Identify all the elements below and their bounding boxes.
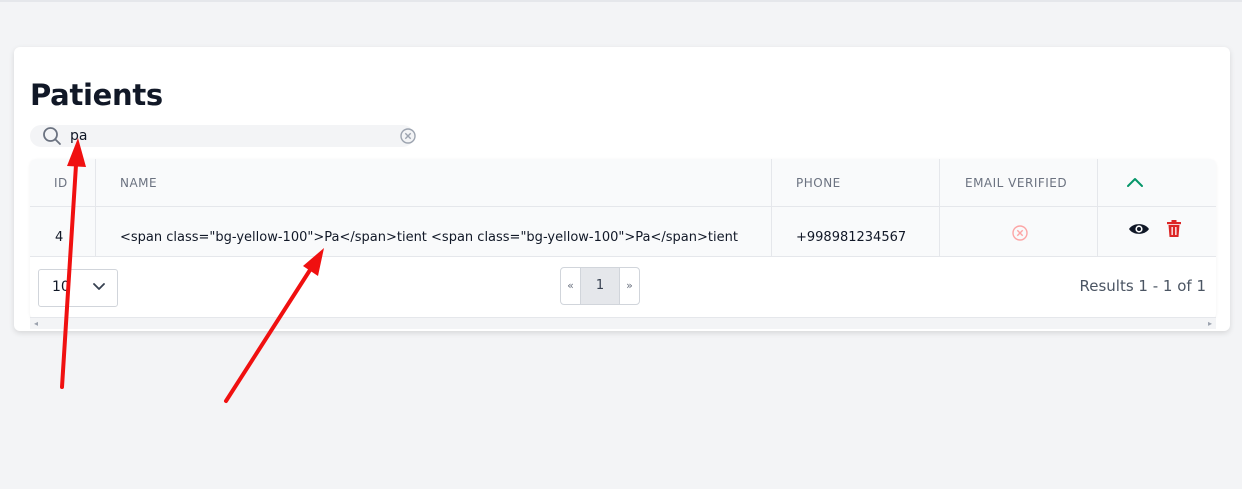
clear-search-icon[interactable]	[399, 127, 417, 145]
top-border	[0, 0, 1242, 2]
column-divider	[95, 159, 96, 257]
pagination: « 1 »	[560, 267, 640, 305]
table-header: ID NAME PHONE EMAIL VERIFIED	[30, 159, 1216, 207]
column-header-email-verified[interactable]: EMAIL VERIFIED	[965, 159, 1067, 207]
scroll-left-icon[interactable]: ◂	[34, 319, 38, 328]
table-footer: 10 « 1 » Results 1 - 1 of 1	[30, 257, 1216, 315]
next-page-button[interactable]: »	[619, 268, 639, 304]
scroll-right-icon[interactable]: ▸	[1208, 319, 1212, 328]
patients-table: ID NAME PHONE EMAIL VERIFIED 4 <span cla…	[30, 159, 1216, 319]
column-header-phone[interactable]: PHONE	[796, 159, 841, 207]
search-icon	[43, 127, 61, 145]
per-page-value: 10	[52, 279, 70, 295]
search-input[interactable]	[70, 125, 370, 147]
prev-page-button[interactable]: «	[561, 268, 581, 304]
column-header-name[interactable]: NAME	[120, 159, 157, 207]
patients-card: Patients ID NAME PHONE EMAIL VERIFIED 4 …	[14, 47, 1230, 331]
table-row: 4 <span class="bg-yellow-100">Pa</span>t…	[30, 207, 1216, 257]
page-title: Patients	[30, 78, 163, 112]
column-divider	[771, 159, 772, 257]
per-page-select[interactable]: 10	[38, 269, 118, 307]
not-verified-icon	[1012, 225, 1028, 241]
view-eye-icon[interactable]	[1128, 222, 1150, 236]
delete-trash-icon[interactable]	[1166, 220, 1182, 238]
search-bar[interactable]	[30, 125, 417, 147]
column-divider	[1097, 159, 1098, 257]
page-1-button[interactable]: 1	[581, 268, 619, 304]
results-count: Results 1 - 1 of 1	[1079, 277, 1206, 295]
chevron-down-icon	[93, 283, 105, 290]
column-header-id[interactable]: ID	[54, 159, 68, 207]
column-divider	[939, 159, 940, 257]
horizontal-scrollbar[interactable]: ◂ ▸	[30, 317, 1216, 329]
sort-ascending-icon[interactable]	[1126, 176, 1144, 188]
